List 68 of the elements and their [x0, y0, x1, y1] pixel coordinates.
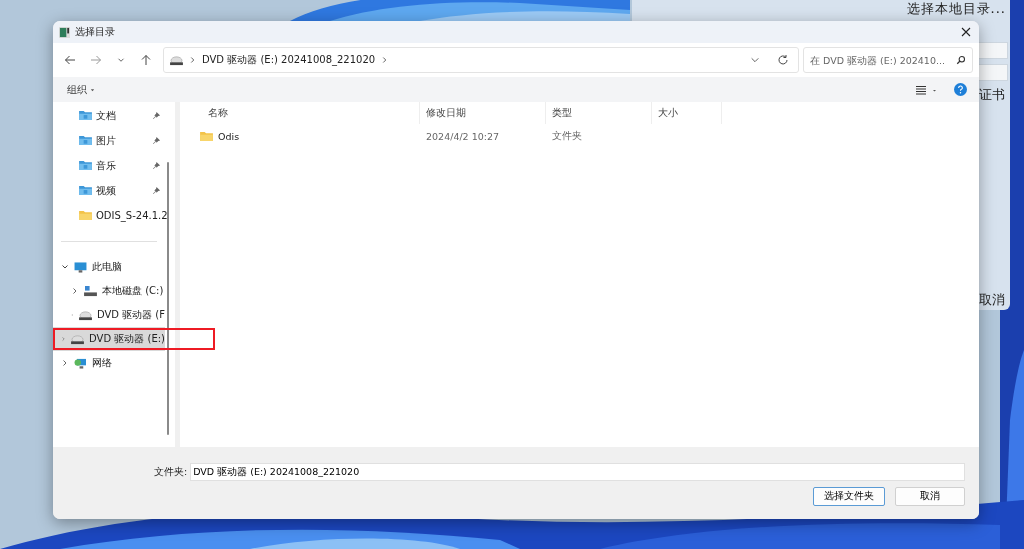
folder-icon	[79, 110, 92, 121]
tree-item[interactable]: 网络	[53, 351, 165, 375]
cancel-button[interactable]: 取消	[895, 487, 965, 506]
column-header[interactable]: 类型	[546, 102, 652, 124]
table-cell: 2024/4/2 10:27	[426, 131, 500, 142]
tree-item[interactable]: DVD 驱动器 (F	[53, 303, 165, 327]
tree-label: 网络	[92, 356, 112, 370]
chevron-right-icon[interactable]	[61, 359, 69, 367]
tree-label: DVD 驱动器 (E:)	[89, 332, 165, 346]
sidebar-label: 音乐	[96, 158, 116, 173]
pin-icon[interactable]	[152, 161, 161, 170]
column-header[interactable]: 修改日期	[420, 102, 546, 124]
chevron-right-icon[interactable]	[71, 287, 79, 295]
folder-field[interactable]: DVD 驱动器 (E:) 20241008_221020	[190, 463, 965, 481]
help-icon[interactable]	[954, 83, 967, 96]
cancel-button[interactable]: 取消	[979, 291, 1005, 309]
dvd-drive-icon	[78, 309, 92, 321]
folder-icon	[79, 160, 92, 171]
tree-label: DVD 驱动器 (F	[96, 308, 165, 322]
tree-label: 此电脑	[92, 260, 122, 274]
network-icon	[74, 357, 87, 369]
sidebar-label: 视频	[96, 183, 116, 198]
dvd-drive-icon	[170, 54, 183, 66]
address-bar[interactable]: DVD 驱动器 (E:) 20241008_221020	[163, 47, 799, 73]
folder-icon	[79, 185, 92, 196]
close-icon[interactable]	[961, 27, 971, 37]
column-header[interactable]: 名称	[200, 102, 420, 124]
select-folder-button[interactable]: 选择文件夹	[813, 487, 885, 506]
disk-drive-icon	[84, 285, 97, 297]
sidebar-label: 文档	[96, 108, 116, 123]
app-icon	[59, 26, 70, 38]
search-input[interactable]: 在 DVD 驱动器 (E:) 202410...	[808, 53, 956, 67]
folder-icon	[79, 210, 92, 221]
window-title: 选择目录	[75, 25, 115, 39]
button[interactable]: 证书	[979, 86, 1005, 104]
sidebar-label: 图片	[96, 133, 116, 148]
breadcrumb[interactable]: DVD 驱动器 (E:) 20241008_221020	[202, 53, 376, 67]
sidebar-item[interactable]: 文档	[53, 103, 175, 128]
field-label: 文件夹:	[154, 465, 188, 479]
folder-icon	[200, 131, 213, 142]
scrollbar[interactable]	[167, 162, 169, 435]
chevron-right-icon	[190, 56, 195, 64]
window-text: 选择本地目录...	[906, 0, 1006, 18]
pin-icon[interactable]	[152, 136, 161, 145]
chevron-right-icon[interactable]	[382, 56, 388, 64]
file-row[interactable]: Odis 2024/4/2 10:27 文件夹	[200, 124, 979, 149]
monitor-icon	[74, 261, 87, 273]
dvd-drive-icon	[71, 333, 85, 345]
folder-icon	[79, 135, 92, 146]
sidebar-item[interactable]: 视频	[53, 178, 175, 203]
file-name: Odis	[218, 131, 240, 142]
column-header[interactable]: 大小	[652, 102, 722, 124]
pin-icon[interactable]	[152, 186, 161, 195]
table-cell: 文件夹	[552, 130, 582, 143]
sidebar-item[interactable]: 图片	[53, 128, 175, 153]
tree-item[interactable]: 此电脑	[53, 255, 165, 279]
sidebar-label: ODIS_S-24.1.2	[96, 210, 168, 221]
chevron-down-icon[interactable]	[61, 263, 69, 271]
caret-icon	[90, 87, 95, 92]
organize-menu[interactable]: 组织	[63, 82, 99, 97]
tree-label: 本地磁盘 (C:)	[102, 284, 164, 298]
sidebar-item[interactable]: 音乐	[53, 153, 175, 178]
view-menu-icon[interactable]	[916, 84, 938, 95]
search-field[interactable]: 在 DVD 驱动器 (E:) 202410...	[803, 47, 973, 73]
sidebar-item[interactable]: ODIS_S-24.1.2	[53, 203, 175, 228]
tree-item[interactable]: 本地磁盘 (C:)	[53, 279, 165, 303]
search-icon	[956, 55, 966, 65]
pin-icon[interactable]	[152, 111, 161, 120]
